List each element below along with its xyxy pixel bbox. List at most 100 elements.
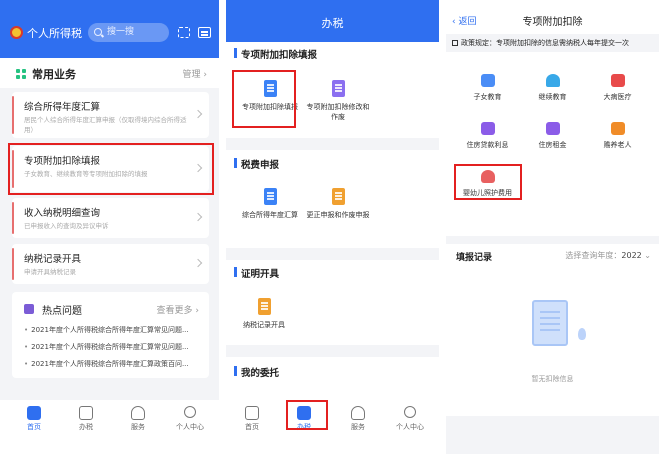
card-subtitle: 居民个人综合所得年度汇算申报（仅取得境内综合所得适用） (24, 116, 187, 134)
item-label: 继续教育 (538, 93, 567, 101)
year-select[interactable]: 选择查询年度：2022 ⌄ (565, 250, 651, 261)
scan-icon[interactable] (178, 27, 190, 38)
empty-document-illustration (532, 300, 568, 346)
card-accent-bar (12, 248, 14, 280)
empty-text: 暂无扣除信息 (531, 375, 574, 383)
item-infant-care[interactable]: 婴幼儿照护费用 (452, 170, 523, 198)
card-title: 综合所得年度汇算 (24, 102, 101, 113)
item-deduction-fill[interactable]: 专项附加扣除填报 (238, 80, 302, 112)
card-accent-bar (12, 150, 14, 188)
tax-emblem-icon (10, 26, 23, 39)
elderly-icon (610, 122, 625, 135)
item-label: 专项附加扣除修改和作废 (306, 103, 370, 121)
tab-service[interactable]: 服务 (338, 400, 378, 434)
document-icon (297, 406, 311, 420)
manage-link[interactable]: 管理 › (183, 67, 207, 80)
tab-label: 办税 (297, 423, 311, 431)
medical-kit-icon (610, 74, 625, 87)
tab-label: 个人中心 (176, 423, 204, 431)
service-icon (351, 406, 365, 420)
tab-profile[interactable]: 个人中心 (170, 400, 210, 434)
item-label: 住房租金 (538, 141, 567, 149)
card-accent-bar (12, 96, 14, 134)
hot-title: 热点问题 (42, 306, 82, 317)
tab-profile[interactable]: 个人中心 (390, 400, 430, 434)
card-title: 专项附加扣除填报 (24, 156, 101, 167)
record-title: 填报记录 (456, 253, 493, 263)
year-label: 选择查询年度： (565, 251, 622, 260)
tab-tax[interactable]: 办税 (284, 400, 324, 434)
user-icon (184, 406, 196, 418)
message-icon[interactable] (198, 27, 211, 38)
item-continuing-education[interactable]: 继续教育 (517, 74, 588, 102)
tab-label: 办税 (79, 423, 93, 431)
view-more-link[interactable]: 查看更多 › (157, 303, 199, 316)
infant-icon (480, 170, 495, 183)
tab-label: 个人中心 (396, 423, 424, 431)
divider (226, 138, 439, 150)
card-tax-record[interactable]: 纳税记录开具 申请开具纳税记录 (12, 244, 209, 284)
section-title: 我的委托 (234, 365, 279, 379)
item-label: 赡养老人 (603, 141, 632, 149)
tab-label: 服务 (351, 423, 365, 431)
document-icon (79, 406, 93, 420)
card-annual-settlement[interactable]: 综合所得年度汇算 居民个人综合所得年度汇算申报（仅取得境内综合所得适用） (12, 92, 209, 138)
tab-service[interactable]: 服务 (118, 400, 158, 434)
section-title: 税费申报 (234, 157, 279, 171)
year-value: 2022 (621, 251, 642, 260)
item-label: 住房贷款利息 (466, 141, 509, 149)
search-placeholder: 搜一搜 (107, 27, 135, 37)
home-icon (245, 406, 259, 420)
item-label: 婴幼儿照护费用 (463, 189, 512, 197)
item-serious-illness[interactable]: 大病医疗 (582, 74, 653, 102)
item-correct-declaration[interactable]: 更正申报和作废申报 (306, 188, 370, 220)
empty-state: 暂无扣除信息 (446, 266, 659, 416)
card-special-deduction[interactable]: 专项附加扣除填报 子女教育、继续教育等专项附加扣除的填报 (12, 146, 209, 192)
item-annual-settlement[interactable]: 综合所得年度汇算 (238, 188, 302, 220)
hot-icon (24, 304, 34, 314)
hot-question-item[interactable]: 2021年度个人所得税综合所得年度汇算政策百问... (24, 359, 206, 369)
grid-icon (16, 69, 26, 79)
tab-bar: 首页 办税 服务 个人中心 (226, 400, 439, 454)
tab-bar: 首页 办税 服务 个人中心 (0, 400, 219, 454)
item-label: 大病医疗 (603, 93, 632, 101)
hot-questions: 热点问题 查看更多 › 2021年度个人所得税综合所得年度汇算常见问题... 2… (12, 292, 209, 378)
graduation-cap-icon (545, 74, 560, 87)
tab-label: 服务 (131, 423, 145, 431)
house-icon (480, 122, 495, 135)
card-accent-bar (12, 202, 14, 234)
item-tax-record[interactable]: 纳税记录开具 (232, 298, 296, 330)
search-input[interactable]: 搜一搜 (88, 23, 169, 42)
tab-home[interactable]: 首页 (232, 400, 272, 434)
tab-tax[interactable]: 办税 (66, 400, 106, 434)
home-icon (27, 406, 41, 420)
app-brand: 个人所得税 (27, 27, 82, 40)
item-deduction-modify[interactable]: 专项附加扣除修改和作废 (306, 80, 370, 122)
card-subtitle: 申请开具纳税记录 (24, 268, 76, 276)
item-housing-rent[interactable]: 住房租金 (517, 122, 588, 150)
document-icon (331, 188, 345, 205)
item-mortgage-interest[interactable]: 住房贷款利息 (452, 122, 523, 150)
document-icon (263, 80, 277, 97)
item-label: 综合所得年度汇算 (242, 211, 298, 219)
tab-label: 首页 (245, 423, 259, 431)
special-deduction-screen: ‹ 返回 专项附加扣除 政策规定：专项附加扣除的信息需纳税人每年提交一次 子女教… (446, 0, 659, 454)
item-child-education[interactable]: 子女教育 (452, 74, 523, 102)
notice-text: 政策规定：专项附加扣除的信息需纳税人每年提交一次 (461, 39, 629, 47)
card-title: 收入纳税明细查询 (24, 208, 101, 219)
section-title: 证明开具 (234, 266, 279, 280)
item-label: 更正申报和作废申报 (306, 211, 370, 219)
common-business-header: 常用业务 管理 › (0, 58, 219, 88)
policy-notice: 政策规定：专项附加扣除的信息需纳税人每年提交一次 (446, 34, 659, 52)
home-screen: 个人所得税 搜一搜 常用业务 管理 › 综合所得年度汇算 居民个人综合所得年度汇… (0, 0, 219, 454)
hot-question-item[interactable]: 2021年度个人所得税综合所得年度汇算常见问题... (24, 325, 206, 335)
speaker-icon (452, 40, 458, 46)
item-elderly-support[interactable]: 赡养老人 (582, 122, 653, 150)
home-header: 个人所得税 搜一搜 (0, 0, 219, 58)
tab-home[interactable]: 首页 (14, 400, 54, 434)
hot-question-item[interactable]: 2021年度个人所得税综合所得年度汇算常见问题... (24, 342, 206, 352)
divider (446, 236, 659, 244)
card-subtitle: 子女教育、继续教育等专项附加扣除的填报 (24, 170, 148, 178)
card-income-query[interactable]: 收入纳税明细查询 已申报收入的查询及异议申诉 (12, 198, 209, 238)
item-label: 专项附加扣除填报 (242, 103, 298, 111)
